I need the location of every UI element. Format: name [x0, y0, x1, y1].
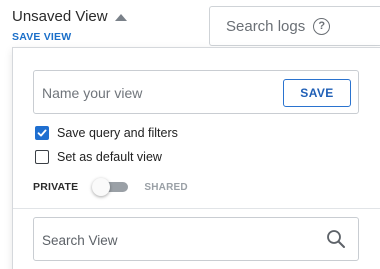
save-query-option[interactable]: Save query and filters — [35, 126, 178, 140]
default-view-checkbox[interactable] — [35, 150, 49, 164]
private-label: PRIVATE — [33, 181, 79, 193]
shared-label: SHARED — [144, 181, 188, 193]
privacy-toggle-row: PRIVATE SHARED — [33, 178, 188, 196]
view-title-dropdown[interactable]: Unsaved View — [12, 8, 127, 25]
default-view-label: Set as default view — [57, 150, 162, 164]
save-button[interactable]: SAVE — [283, 79, 351, 107]
stage: Unsaved View SAVE VIEW Search logs ? SAV… — [0, 0, 380, 269]
search-logs-field[interactable]: Search logs ? — [209, 6, 380, 46]
view-name-field: SAVE — [33, 70, 359, 114]
search-view-field — [33, 217, 359, 261]
search-icon[interactable] — [326, 229, 346, 249]
save-query-checkbox[interactable] — [35, 126, 49, 140]
view-name-input[interactable] — [42, 83, 272, 103]
view-title: Unsaved View — [12, 8, 108, 25]
divider — [13, 208, 380, 209]
toggle-knob[interactable] — [92, 178, 111, 196]
default-view-option[interactable]: Set as default view — [35, 150, 162, 164]
caret-up-icon — [114, 13, 127, 21]
search-view-input[interactable] — [42, 230, 302, 250]
privacy-toggle[interactable] — [92, 178, 130, 196]
checkmark-icon — [37, 129, 47, 137]
help-icon[interactable]: ? — [313, 17, 331, 35]
save-query-label: Save query and filters — [57, 126, 178, 140]
search-logs-placeholder: Search logs — [226, 17, 306, 35]
save-view-link[interactable]: SAVE VIEW — [12, 31, 71, 43]
save-view-panel: SAVE Save query and filters Set as defau… — [12, 47, 380, 269]
